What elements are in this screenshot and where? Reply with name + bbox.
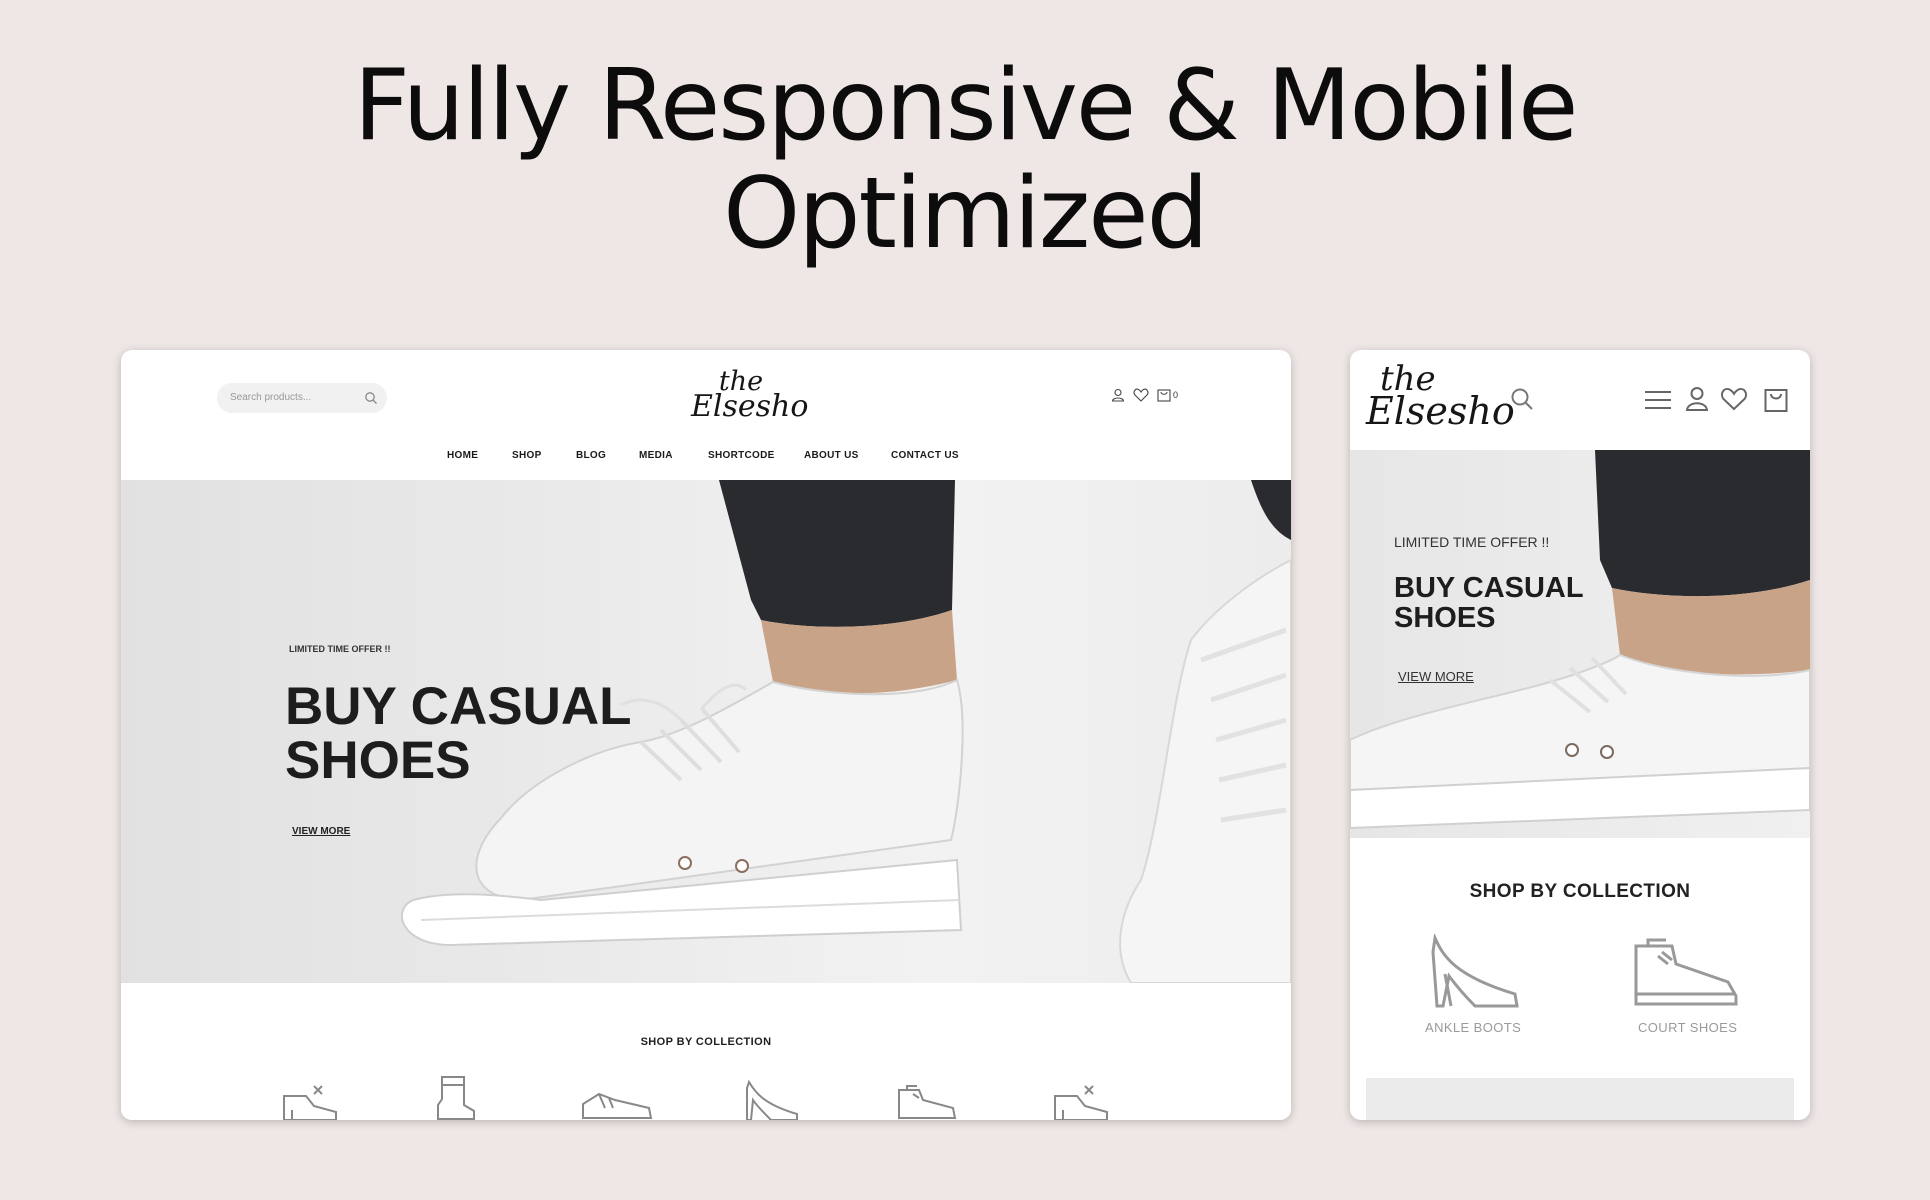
mobile-cart-icon[interactable] <box>1764 387 1788 413</box>
mobile-hero-kicker: LIMITED TIME OFFER !! <box>1394 534 1550 550</box>
mobile-logo-line-2: Elsesho <box>1366 389 1515 433</box>
nav-about-us[interactable]: ABOUT US <box>804 450 859 461</box>
ankle-boots-icon[interactable] <box>1425 934 1523 1010</box>
heel-boot-icon[interactable] <box>278 1078 342 1120</box>
mobile-promo-banner <box>1366 1078 1794 1120</box>
ankle-boot-icon[interactable] <box>434 1075 478 1120</box>
heel-boot-icon[interactable] <box>1049 1078 1113 1120</box>
hero-kicker: LIMITED TIME OFFER !! <box>289 644 391 654</box>
view-more-link[interactable]: VIEW MORE <box>292 826 350 837</box>
nav-contact-us[interactable]: CONTACT US <box>891 450 959 461</box>
nav-blog[interactable]: BLOG <box>576 450 606 461</box>
hero-banner: LIMITED TIME OFFER !! BUY CASUAL SHOES V… <box>121 480 1291 983</box>
oxford-shoe-icon[interactable] <box>895 1080 959 1120</box>
wishlist-icon[interactable] <box>1133 388 1149 402</box>
mobile-view-more-link[interactable]: VIEW MORE <box>1398 669 1474 684</box>
mobile-search-icon[interactable] <box>1510 387 1534 411</box>
cart-count: 0 <box>1173 390 1179 400</box>
mobile-hero-shoe-image <box>1350 450 1810 830</box>
collection-court-shoes[interactable]: COURT SHOES <box>1638 1020 1737 1035</box>
mobile-wishlist-icon[interactable] <box>1720 387 1748 411</box>
court-shoes-icon[interactable] <box>1632 938 1740 1010</box>
mobile-account-icon[interactable] <box>1685 386 1709 412</box>
site-logo[interactable]: the Elsesho <box>691 368 809 424</box>
collection-ankle-boots[interactable]: ANKLE BOOTS <box>1425 1020 1521 1035</box>
search-input[interactable]: Search products... <box>217 383 387 413</box>
hero-title: BUY CASUAL SHOES <box>285 677 632 791</box>
account-icon[interactable] <box>1111 388 1125 402</box>
hero-title-line-2: SHOES <box>285 731 471 791</box>
mobile-hero-title-line-1: BUY CASUAL <box>1394 572 1584 604</box>
search-placeholder: Search products... <box>230 392 312 403</box>
nav-home[interactable]: HOME <box>447 450 478 461</box>
header-actions: 0 <box>1111 388 1178 402</box>
mobile-collection-title: SHOP BY COLLECTION <box>1469 881 1691 902</box>
desktop-mockup: Search products... the Elsesho 0 HOME SH… <box>121 350 1291 1120</box>
page-headline: Fully Responsive & Mobile Optimized <box>0 52 1930 268</box>
mobile-mockup: the Elsesho LIMITED TIME OFFER !! BUY CA… <box>1350 350 1810 1120</box>
collection-section: SHOP BY COLLECTION <box>121 983 1291 1120</box>
sneaker-icon[interactable] <box>579 1086 655 1120</box>
mobile-hero-title-line-2: SHOES <box>1394 601 1496 634</box>
headline-line-2: Optimized <box>723 157 1209 271</box>
mobile-hero-banner: LIMITED TIME OFFER !! BUY CASUAL SHOES V… <box>1350 450 1810 838</box>
search-icon[interactable] <box>364 391 378 405</box>
menu-icon[interactable] <box>1644 390 1672 410</box>
cart-icon[interactable] <box>1157 388 1171 402</box>
nav-media[interactable]: MEDIA <box>639 450 673 461</box>
nav-shortcode[interactable]: SHORTCODE <box>708 450 775 461</box>
mobile-hero-title: BUY CASUAL SHOES <box>1394 572 1584 634</box>
hero-title-line-1: BUY CASUAL <box>285 677 632 736</box>
mobile-site-logo[interactable]: the Elsesho <box>1366 362 1515 430</box>
collection-title: SHOP BY COLLECTION <box>640 1036 772 1048</box>
headline-line-1: Fully Responsive & Mobile <box>353 49 1579 163</box>
main-nav: HOME SHOP BLOG MEDIA SHORTCODE ABOUT US … <box>121 450 1291 466</box>
high-heel-icon[interactable] <box>741 1078 801 1120</box>
logo-line-2: Elsesho <box>691 389 809 424</box>
nav-shop[interactable]: SHOP <box>512 450 542 461</box>
